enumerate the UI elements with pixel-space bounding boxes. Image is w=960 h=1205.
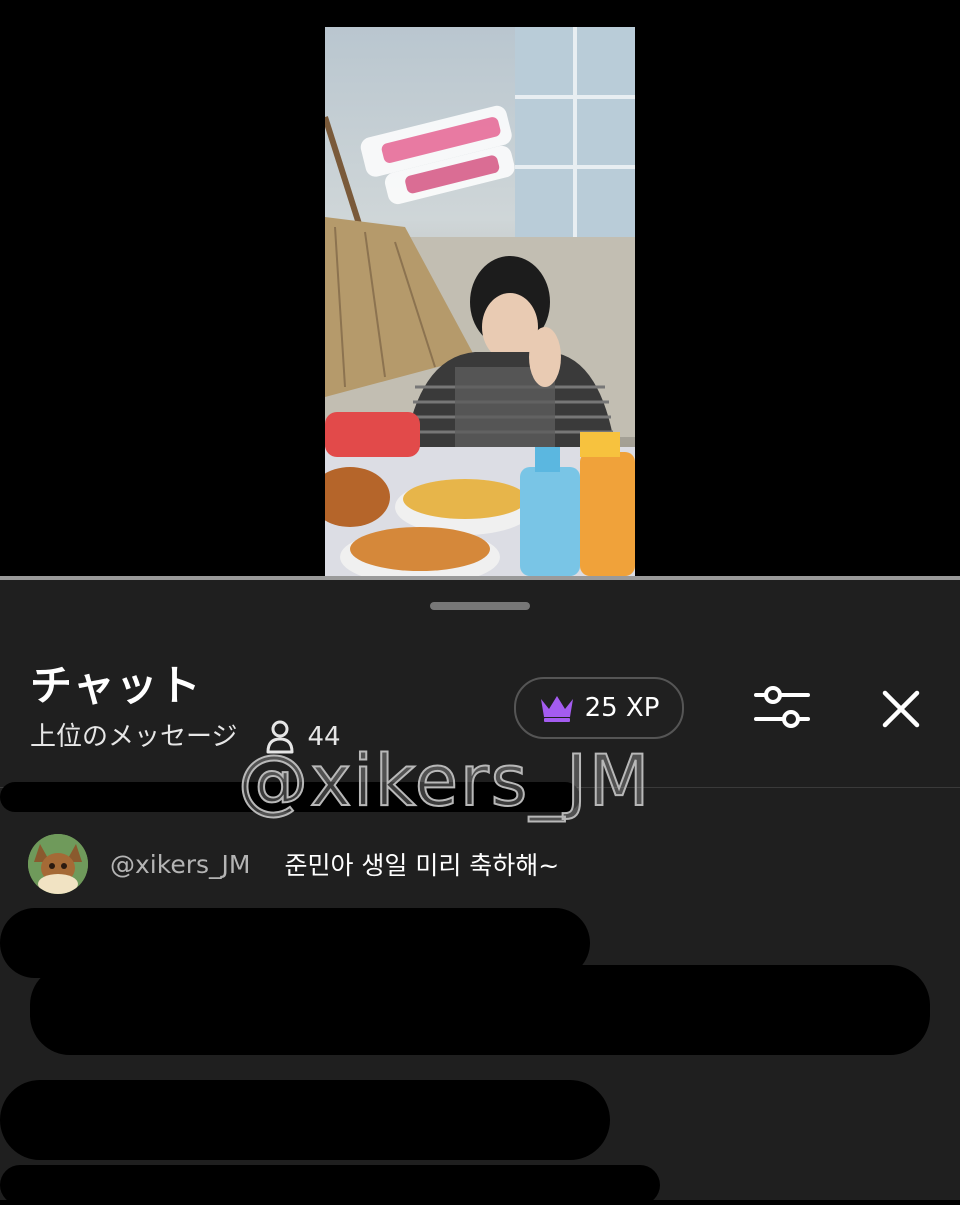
video-player[interactable]	[0, 0, 960, 578]
avatar[interactable]	[28, 834, 88, 894]
crown-icon	[540, 696, 573, 722]
video-frame[interactable]	[325, 27, 635, 576]
sliders-icon	[754, 686, 810, 728]
video-thumbnail-illustration	[325, 27, 635, 576]
chat-filter-button[interactable]	[752, 682, 812, 732]
watermark-text: @xikers_JM	[237, 739, 652, 823]
close-icon	[882, 690, 920, 728]
chat-title: チャット	[30, 661, 202, 710]
panel-drag-handle[interactable]	[430, 602, 530, 610]
redaction-scribble	[0, 1080, 610, 1160]
chat-mode-label: 上位のメッセージ	[30, 722, 238, 752]
message-text: 준민아 생일 미리 축하해~	[284, 851, 560, 880]
close-chat-button[interactable]	[876, 684, 926, 734]
message-author[interactable]: @xikers_JM	[110, 850, 250, 879]
redaction-scribble	[0, 1165, 660, 1205]
redaction-scribble	[30, 965, 930, 1055]
chat-panel: チャット 上位のメッセージ 44 25 XP @xikers_JM 준민아 생일…	[0, 580, 960, 1205]
chat-message[interactable]: @xikers_JM 준민아 생일 미리 축하해~	[28, 834, 559, 894]
xp-label: 25 XP	[584, 693, 660, 723]
xp-badge-button[interactable]: 25 XP	[514, 677, 684, 739]
avatar-image	[28, 834, 88, 894]
